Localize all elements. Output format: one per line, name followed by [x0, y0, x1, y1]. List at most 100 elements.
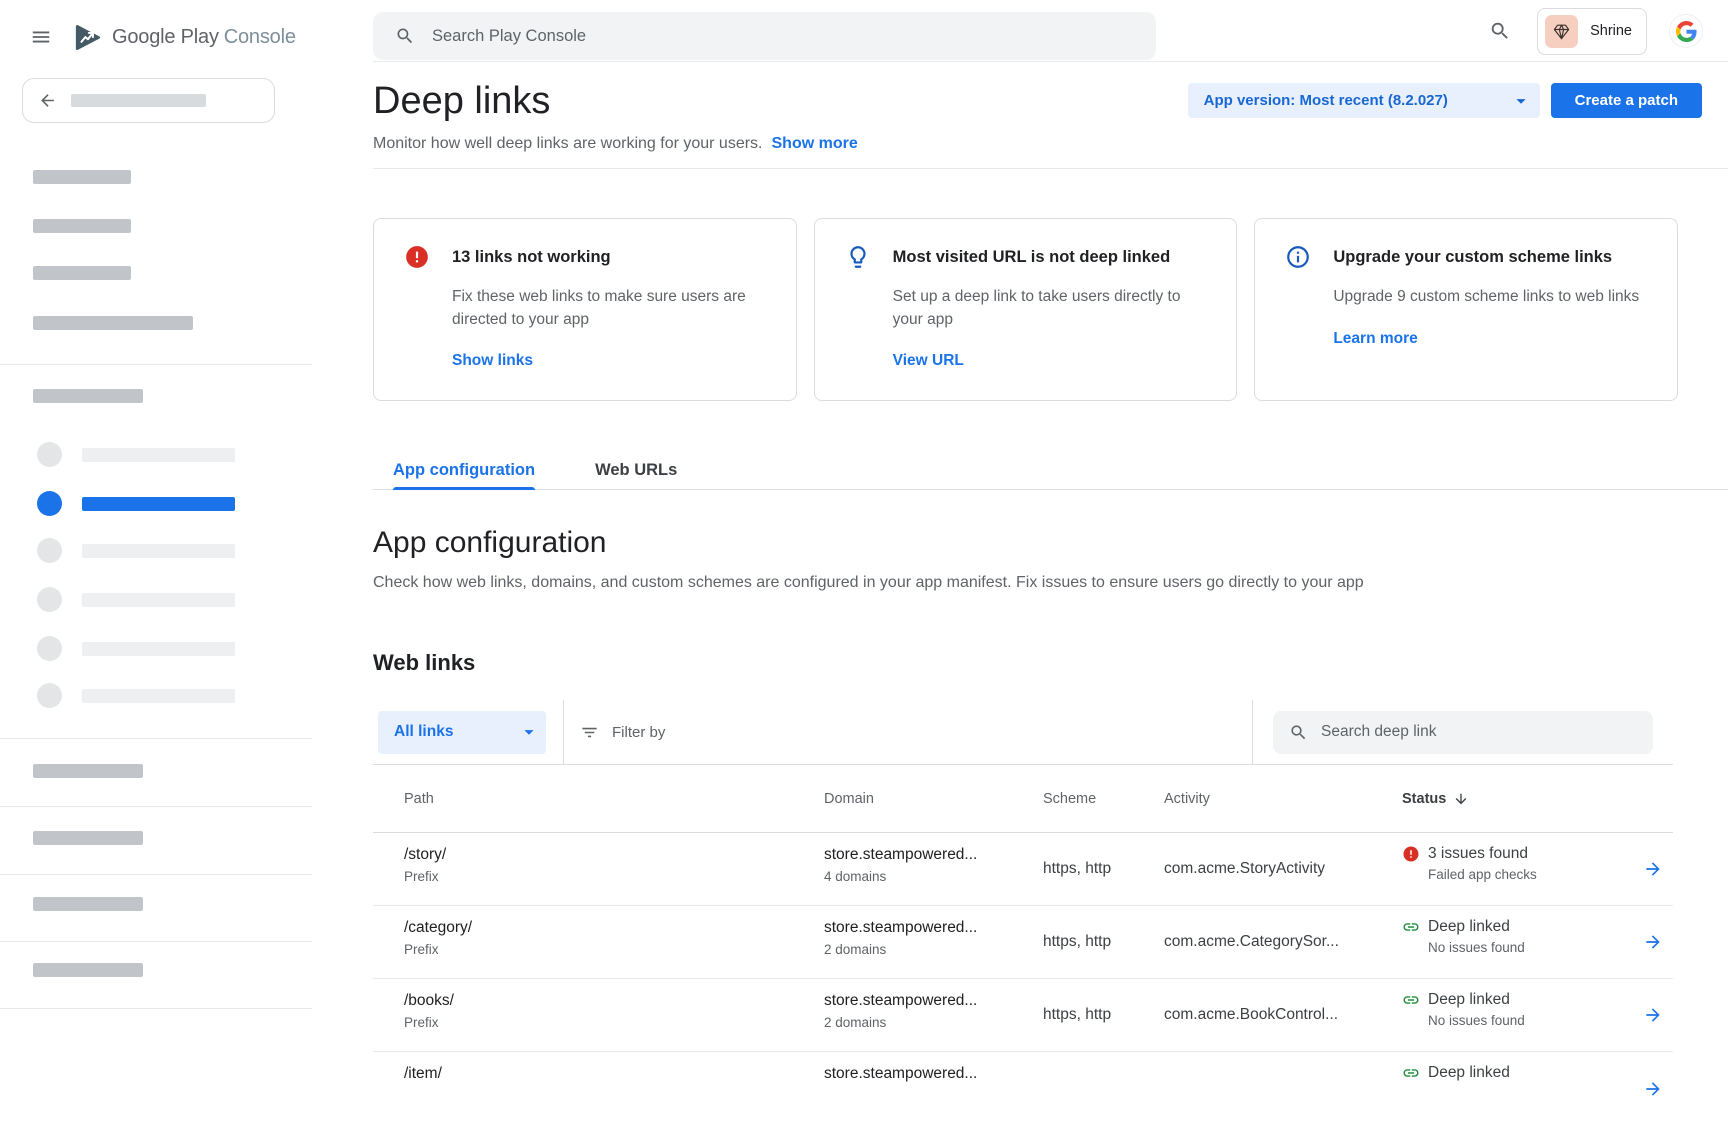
- column-header-status[interactable]: Status: [1402, 791, 1632, 807]
- diamond-icon: [1552, 22, 1571, 41]
- card-links-not-working: 13 links not working Fix these web links…: [373, 218, 797, 401]
- row-status-detail: No issues found: [1428, 940, 1632, 955]
- app-name-label: Shrine: [1590, 23, 1632, 39]
- sidebar-divider: [0, 806, 312, 807]
- table-row[interactable]: /category/ Prefix store.steampowered... …: [373, 906, 1673, 979]
- row-path-type: Prefix: [404, 869, 824, 884]
- sidebar-divider: [0, 941, 312, 942]
- learn-more-link[interactable]: Learn more: [1333, 330, 1417, 347]
- card-title: Upgrade your custom scheme links: [1333, 248, 1612, 267]
- row-path-type: Prefix: [404, 1015, 824, 1030]
- sidebar-skeleton-bar: [33, 831, 143, 845]
- topbar-right: Shrine: [1489, 0, 1703, 62]
- sidebar-skeleton-bar: [33, 170, 131, 184]
- deep-link-search[interactable]: [1273, 711, 1653, 754]
- web-links-heading: Web links: [373, 650, 1728, 676]
- row-domain: store.steampowered...: [824, 846, 1043, 864]
- row-scheme: https, http: [1043, 933, 1164, 951]
- links-filter-select[interactable]: All links: [378, 711, 546, 754]
- card-body: Set up a deep link to take users directl…: [893, 286, 1201, 331]
- caret-down-icon: [518, 721, 540, 743]
- sidebar-skeleton-bar: [33, 963, 143, 977]
- column-header-domain[interactable]: Domain: [824, 791, 1043, 807]
- create-patch-button[interactable]: Create a patch: [1551, 83, 1702, 118]
- sidebar-skeleton-bar: [33, 897, 143, 911]
- card-upgrade-schemes: Upgrade your custom scheme links Upgrade…: [1254, 218, 1678, 401]
- row-domain: store.steampowered...: [824, 919, 1043, 937]
- sidebar-nav-item-active[interactable]: [37, 491, 235, 516]
- section-description: Check how web links, domains, and custom…: [373, 574, 1728, 592]
- sidebar-nav-item[interactable]: [37, 683, 235, 708]
- web-links-toolbar: All links Filter by: [373, 700, 1673, 765]
- sidebar-nav-item[interactable]: [37, 538, 235, 563]
- search-icon: [1289, 723, 1308, 742]
- show-more-link[interactable]: Show more: [772, 135, 858, 153]
- link-icon: [1402, 918, 1420, 936]
- tab-web-urls[interactable]: Web URLs: [595, 451, 677, 489]
- sidebar-nav-item[interactable]: [37, 587, 235, 612]
- row-status: Deep linked: [1428, 1064, 1510, 1082]
- arrow-forward-icon[interactable]: [1643, 1079, 1663, 1099]
- column-header-scheme[interactable]: Scheme: [1043, 791, 1164, 807]
- column-header-activity[interactable]: Activity: [1164, 791, 1402, 807]
- account-avatar[interactable]: [1669, 14, 1703, 48]
- app-switcher-chip[interactable]: Shrine: [1537, 8, 1647, 55]
- sidebar-skeleton-bar: [33, 316, 193, 330]
- column-header-path[interactable]: Path: [373, 791, 824, 807]
- topbar: Shrine: [312, 0, 1728, 62]
- card-most-visited-url: Most visited URL is not deep linked Set …: [814, 218, 1238, 401]
- row-path-type: Prefix: [404, 942, 824, 957]
- app-version-dropdown[interactable]: App version: Most recent (8.2.027): [1188, 83, 1540, 118]
- row-path: /story/: [404, 846, 824, 864]
- card-body: Fix these web links to make sure users a…: [452, 286, 760, 331]
- view-url-link[interactable]: View URL: [893, 352, 964, 369]
- row-domain-count: 4 domains: [824, 869, 1043, 884]
- row-path: /category/: [404, 919, 824, 937]
- page-subtitle: Monitor how well deep links are working …: [373, 135, 1728, 153]
- sidebar-nav-item[interactable]: [37, 636, 235, 661]
- arrow-back-icon: [38, 91, 57, 110]
- global-search[interactable]: [373, 12, 1156, 60]
- row-activity: com.acme.StoryActivity: [1164, 860, 1402, 878]
- table-row[interactable]: /item/ store.steampowered... Deep linked: [373, 1052, 1673, 1125]
- arrow-forward-icon[interactable]: [1643, 859, 1663, 879]
- table-header: Path Domain Scheme Activity Status: [373, 765, 1673, 833]
- row-scheme: https, http: [1043, 860, 1164, 878]
- table-row[interactable]: /books/ Prefix store.steampowered... 2 d…: [373, 979, 1673, 1052]
- sidebar-skeleton-bar: [33, 219, 131, 233]
- error-icon: [404, 244, 430, 270]
- tab-app-configuration[interactable]: App configuration: [393, 451, 535, 489]
- arrow-forward-icon[interactable]: [1643, 1005, 1663, 1025]
- deep-link-search-input[interactable]: [1321, 723, 1653, 741]
- lightbulb-icon: [845, 244, 871, 270]
- header-actions: App version: Most recent (8.2.027) Creat…: [1188, 83, 1702, 118]
- table-row[interactable]: /story/ Prefix store.steampowered... 4 d…: [373, 833, 1673, 906]
- back-button[interactable]: [22, 78, 275, 123]
- filter-by-button[interactable]: Filter by: [580, 723, 665, 742]
- show-links-link[interactable]: Show links: [452, 352, 533, 369]
- section-heading: App configuration: [373, 526, 1728, 560]
- sidebar-nav-item[interactable]: [37, 442, 235, 467]
- insight-cards: 13 links not working Fix these web links…: [373, 218, 1678, 401]
- sidebar: Google PlayConsole: [0, 0, 312, 1080]
- arrow-forward-icon[interactable]: [1643, 932, 1663, 952]
- row-activity: com.acme.BookControl...: [1164, 1006, 1402, 1024]
- error-icon: [1402, 845, 1420, 863]
- toolbar-divider: [1252, 700, 1253, 764]
- sidebar-section-skeleton: [33, 389, 143, 403]
- menu-icon[interactable]: [30, 26, 52, 48]
- global-search-input[interactable]: [432, 27, 1156, 46]
- link-icon: [1402, 991, 1420, 1009]
- sidebar-divider: [0, 364, 312, 365]
- row-path: /item/: [404, 1065, 824, 1083]
- sidebar-skeleton-bar: [33, 266, 131, 280]
- search-icon[interactable]: [1489, 20, 1511, 42]
- row-domain-count: 2 domains: [824, 942, 1043, 957]
- app-name-skeleton: [71, 94, 206, 107]
- row-status: Deep linked: [1428, 991, 1510, 1009]
- card-title: Most visited URL is not deep linked: [893, 248, 1171, 267]
- row-status-detail: Failed app checks: [1428, 867, 1632, 882]
- row-domain: store.steampowered...: [824, 1065, 1043, 1083]
- row-status: Deep linked: [1428, 918, 1510, 936]
- play-console-icon: [72, 21, 103, 54]
